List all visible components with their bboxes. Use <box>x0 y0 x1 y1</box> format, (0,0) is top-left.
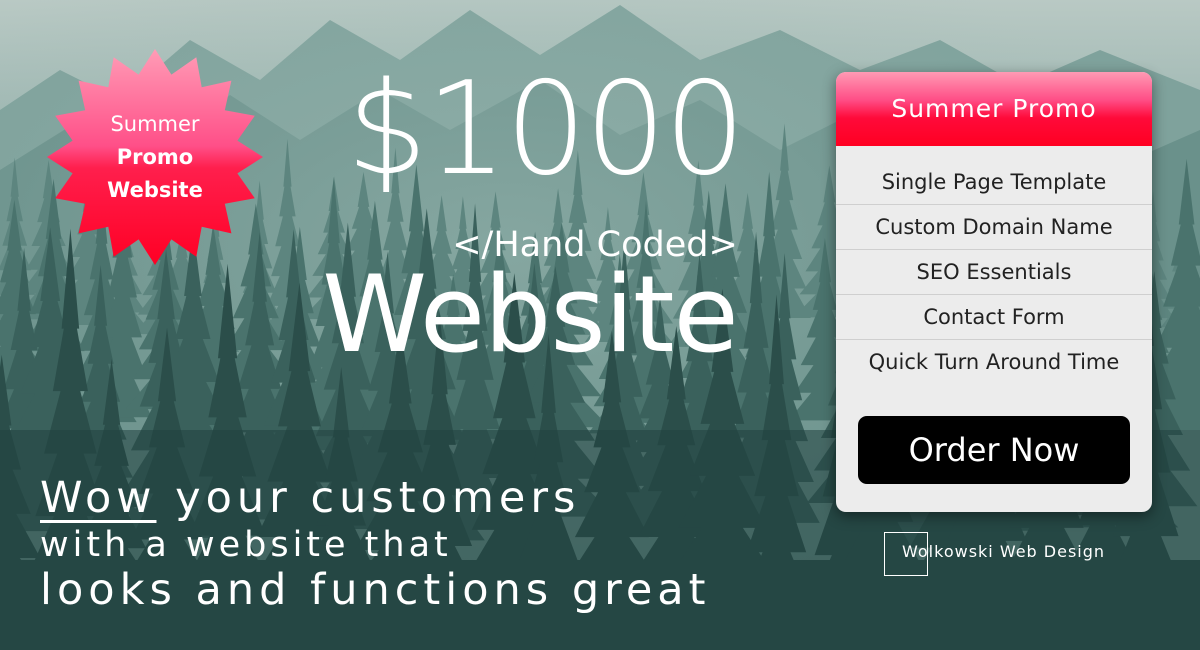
badge-line-website: Website <box>107 178 203 202</box>
tagline-line-1: Wow your customers <box>40 470 580 526</box>
feature-item: Contact Form <box>836 295 1152 340</box>
logo-text: Wolkowski Web Design <box>902 542 1106 561</box>
card-title: Summer Promo <box>836 72 1152 146</box>
tagline-line-1-rest: your customers <box>156 473 581 523</box>
tagline-wow: Wow <box>40 473 157 523</box>
order-now-button[interactable]: Order Now <box>858 416 1130 484</box>
feature-item: Single Page Template <box>836 160 1152 205</box>
feature-item: SEO Essentials <box>836 250 1152 295</box>
badge-line-promo: Promo <box>116 145 194 169</box>
price-heading: $1000 <box>346 55 745 204</box>
feature-item: Quick Turn Around Time <box>868 350 1120 374</box>
company-logo: Wolkowski Web Design <box>884 532 1144 578</box>
website-heading: Website <box>322 253 739 376</box>
promo-starburst-badge: Summer Promo Website <box>44 46 266 268</box>
tagline-line-2: with a website that <box>40 525 452 565</box>
summer-promo-card: Summer Promo Single Page Template Custom… <box>836 72 1152 512</box>
tagline-line-3: looks and functions great <box>40 565 711 615</box>
feature-list: Single Page Template Custom Domain Name … <box>836 160 1152 384</box>
feature-item: Custom Domain Name <box>836 205 1152 250</box>
badge-label: Summer Promo Website <box>44 108 266 207</box>
badge-line-summer: Summer <box>110 112 200 136</box>
